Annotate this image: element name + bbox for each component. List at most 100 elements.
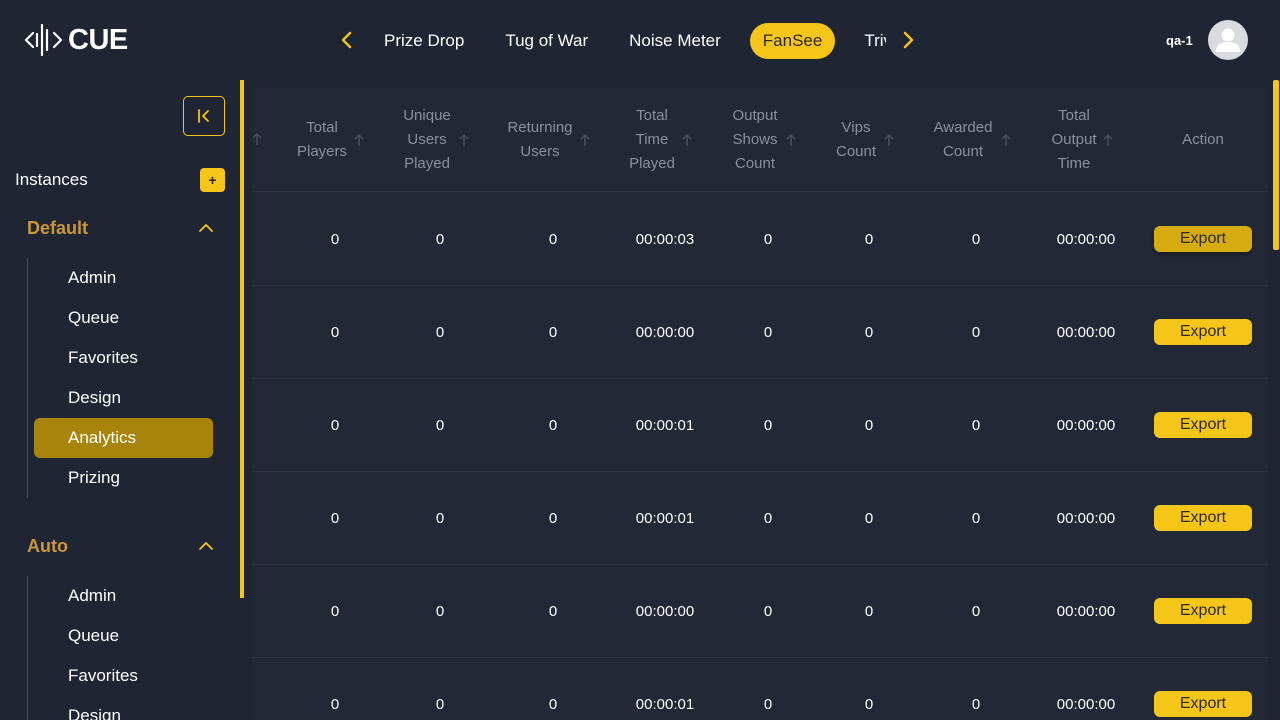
cell-awarded-count: 0 <box>971 510 981 527</box>
chevron-right-icon <box>903 31 914 49</box>
logo-waveform-icon <box>24 23 63 57</box>
column-header-label: Action <box>1182 131 1224 148</box>
group-header-auto[interactable]: Auto <box>27 536 68 557</box>
cell-output-shows-count: 0 <box>763 696 773 713</box>
cell-returning-users: 0 <box>548 603 558 620</box>
cell-total-time-played: 00:00:01 <box>635 696 695 713</box>
sort-arrow-icon[interactable] <box>1001 133 1011 147</box>
column-header-total-time-played[interactable]: Total Time Played <box>622 88 682 192</box>
export-button[interactable]: Export <box>1154 691 1252 717</box>
sort-arrow-icon[interactable] <box>1103 133 1113 147</box>
game-tabs: Prize Drop Tug of War Noise Meter FanSee… <box>372 22 886 60</box>
export-button[interactable]: Export <box>1154 412 1252 438</box>
cell-returning-users: 0 <box>548 324 558 341</box>
cell-total-players: 0 <box>330 417 340 434</box>
column-header-action: Action <box>1154 88 1252 192</box>
cell-total-players: 0 <box>330 324 340 341</box>
column-header-total-output-time[interactable]: Total Output Time <box>1044 88 1104 192</box>
sort-arrow-icon[interactable] <box>459 133 469 147</box>
sidebar-item-favorites[interactable]: Favorites <box>34 338 213 378</box>
sort-arrow-icon[interactable] <box>884 133 894 147</box>
sort-arrow-icon[interactable] <box>580 133 590 147</box>
export-button[interactable]: Export <box>1154 598 1252 624</box>
cell-vips-count: 0 <box>864 510 874 527</box>
chevron-up-icon[interactable] <box>197 221 215 235</box>
table-row: 0 0 0 00:00:01 0 0 0 00:00:00 Export <box>252 472 1268 565</box>
chevron-up-icon[interactable] <box>197 539 215 553</box>
cell-total-time-played: 00:00:03 <box>635 231 695 248</box>
cell-unique-users-played: 0 <box>435 696 445 713</box>
tab-fansee[interactable]: FanSee <box>749 23 836 59</box>
cell-total-players: 0 <box>330 510 340 527</box>
sidebar-item-design[interactable]: Design <box>34 378 213 418</box>
column-header-vips-count[interactable]: Vips Count <box>831 88 881 192</box>
collapse-left-icon <box>198 109 209 123</box>
cell-output-shows-count: 0 <box>763 417 773 434</box>
table-row: 0 0 0 00:00:00 0 0 0 00:00:00 Export <box>252 565 1268 658</box>
cell-unique-users-played: 0 <box>435 417 445 434</box>
export-button[interactable]: Export <box>1154 319 1252 345</box>
column-header-returning-users[interactable]: Returning Users <box>500 88 580 192</box>
sort-arrow-icon[interactable] <box>786 133 796 147</box>
sort-arrow-icon[interactable] <box>682 133 692 147</box>
sidebar-item-admin[interactable]: Admin <box>34 576 213 616</box>
table-header: Total Players Unique Users Played Return… <box>252 88 1268 192</box>
cell-output-shows-count: 0 <box>763 510 773 527</box>
column-header-unique-users-played[interactable]: Unique Users Played <box>392 88 462 192</box>
sidebar-item-queue[interactable]: Queue <box>34 298 213 338</box>
cell-total-output-time: 00:00:00 <box>1056 603 1116 620</box>
instances-label: Instances <box>15 170 88 189</box>
group-tree-line <box>27 258 28 498</box>
cell-unique-users-played: 0 <box>435 324 445 341</box>
cell-vips-count: 0 <box>864 324 874 341</box>
cell-returning-users: 0 <box>548 231 558 248</box>
avatar[interactable] <box>1208 20 1248 60</box>
cell-total-time-played: 00:00:00 <box>635 603 695 620</box>
cell-awarded-count: 0 <box>971 231 981 248</box>
sidebar-item-admin[interactable]: Admin <box>34 258 213 298</box>
sidebar-scroll-indicator[interactable] <box>240 80 244 598</box>
logo-text: CUE <box>68 23 128 56</box>
sidebar-item-prizing[interactable]: Prizing <box>34 458 213 498</box>
sidebar-item-queue[interactable]: Queue <box>34 616 213 656</box>
column-header-label: Vips Count <box>835 119 877 160</box>
top-bar: CUE Prize Drop Tug of War Noise Meter Fa… <box>0 0 1280 80</box>
group-tree-line <box>27 576 28 720</box>
group-header-default[interactable]: Default <box>27 218 88 239</box>
tabs-scroll-right-button[interactable] <box>897 28 921 52</box>
sort-arrow-icon[interactable] <box>252 132 262 146</box>
tab-prize-drop[interactable]: Prize Drop <box>372 23 476 59</box>
column-header-awarded-count[interactable]: Awarded Count <box>928 88 998 192</box>
table-row: 0 0 0 00:00:01 0 0 0 00:00:00 Export <box>252 379 1268 472</box>
cell-returning-users: 0 <box>548 417 558 434</box>
column-header-label: Returning Users <box>507 119 573 160</box>
cell-total-players: 0 <box>330 231 340 248</box>
main-scrollbar-thumb[interactable] <box>1273 80 1279 250</box>
user-avatar-icon <box>1216 28 1240 52</box>
tab-tug-of-war[interactable]: Tug of War <box>493 23 600 59</box>
cue-logo[interactable]: CUE <box>24 20 128 60</box>
tabs-scroll-left-button[interactable] <box>334 28 358 52</box>
cell-awarded-count: 0 <box>971 603 981 620</box>
cell-output-shows-count: 0 <box>763 603 773 620</box>
analytics-table: Total Players Unique Users Played Return… <box>252 88 1268 720</box>
export-button[interactable]: Export <box>1154 505 1252 531</box>
sidebar-item-favorites[interactable]: Favorites <box>34 656 213 696</box>
cell-unique-users-played: 0 <box>435 510 445 527</box>
collapse-sidebar-button[interactable] <box>183 96 225 136</box>
tab-trivia[interactable]: Trivia <box>852 23 886 59</box>
cell-vips-count: 0 <box>864 231 874 248</box>
cell-total-time-played: 00:00:01 <box>635 417 695 434</box>
column-header-output-shows-count[interactable]: Output Shows Count <box>725 88 785 192</box>
tab-noise-meter[interactable]: Noise Meter <box>617 23 733 59</box>
add-instance-button[interactable]: + <box>200 168 225 192</box>
cell-unique-users-played: 0 <box>435 231 445 248</box>
sidebar-item-analytics[interactable]: Analytics <box>34 418 213 458</box>
cell-vips-count: 0 <box>864 603 874 620</box>
sidebar-item-design[interactable]: Design <box>34 696 213 720</box>
column-header-label: Total Time Played <box>629 107 675 172</box>
export-button[interactable]: Export <box>1154 226 1252 252</box>
sort-arrow-icon[interactable] <box>354 133 364 147</box>
chevron-left-icon <box>341 31 352 49</box>
column-header-total-players[interactable]: Total Players <box>292 88 352 192</box>
